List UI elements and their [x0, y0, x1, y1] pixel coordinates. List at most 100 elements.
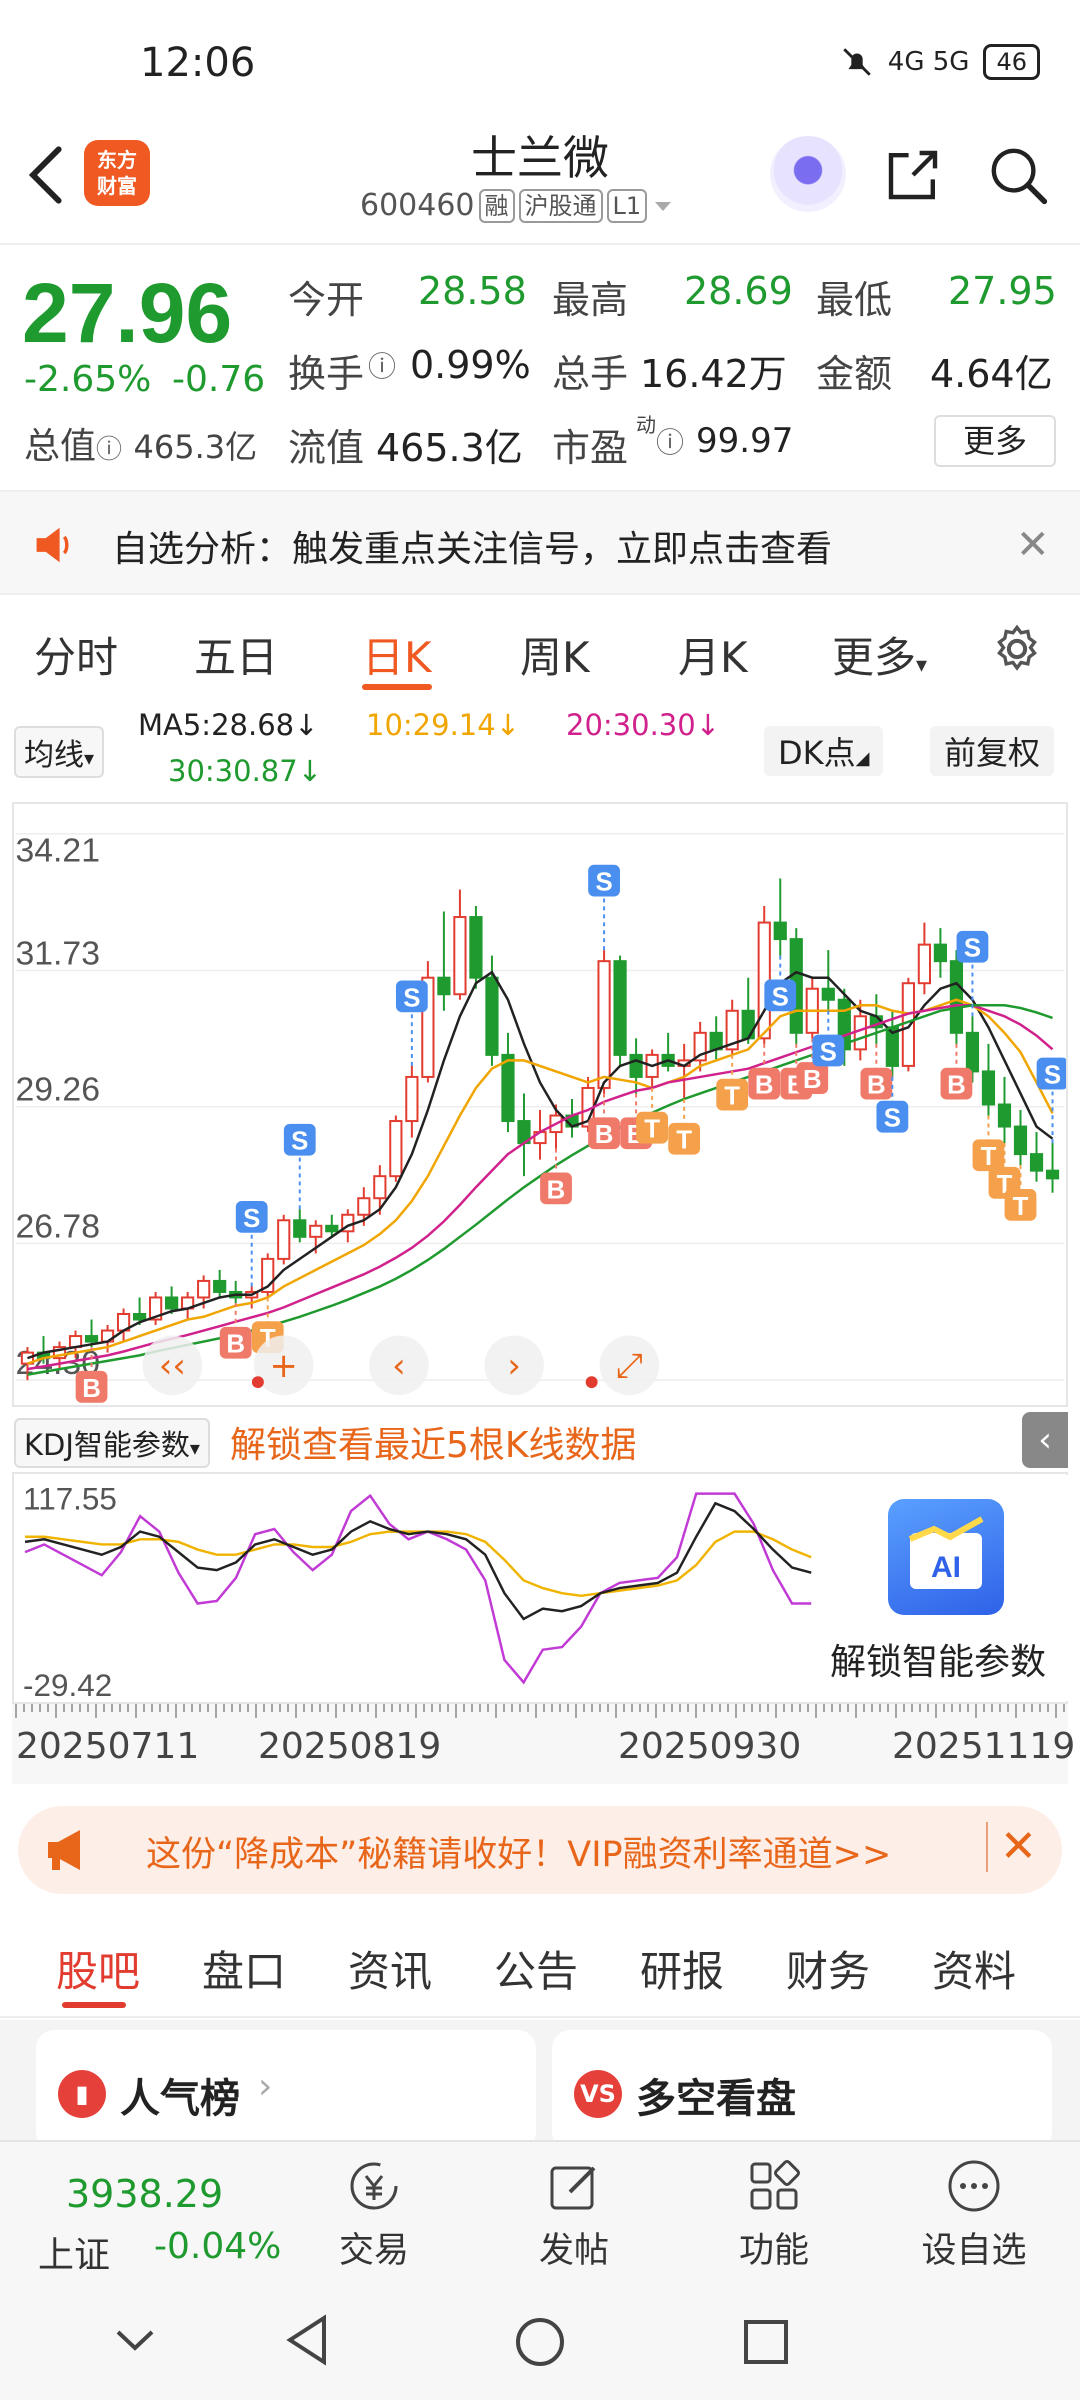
- tab-daily-k[interactable]: 日K: [362, 624, 432, 685]
- ai-unlock-label: 解锁智能参数: [830, 1642, 1047, 1683]
- ai-unlock-card[interactable]: AI 解锁智能参数: [822, 1475, 1068, 1701]
- candle-body: [741, 1009, 755, 1040]
- tab-financials[interactable]: 财务: [786, 1938, 870, 1999]
- tab-five-day[interactable]: 五日: [194, 624, 278, 685]
- signal-label: B: [755, 1072, 774, 1100]
- bottom-nav: 3938.29 上证 -0.04% 交易 发帖 功能 设自选: [0, 2140, 1080, 2280]
- tab-more[interactable]: 更多▾: [832, 624, 927, 685]
- tab-weekly-k[interactable]: 周K: [520, 624, 590, 685]
- candle-body: [1013, 1125, 1028, 1156]
- promo-banner[interactable]: 这份“降成本”秘籍请收好！VIP融资利率通道>> ✕: [18, 1806, 1062, 1894]
- back-icon[interactable]: [22, 140, 72, 210]
- alert-banner[interactable]: 自选分析：触发重点关注信号，立即点击查看 ✕: [0, 490, 1080, 595]
- tag-level: L1: [606, 188, 648, 223]
- tab-announcements[interactable]: 公告: [494, 1938, 578, 1999]
- megaphone-icon: [48, 1830, 80, 1870]
- bull-bear-card[interactable]: VS 多空看盘: [552, 2030, 1052, 2150]
- candle-body: [981, 1070, 996, 1106]
- dropdown-icon: ▾: [189, 1436, 200, 1460]
- status-icons: 4G 5G 46: [840, 44, 1040, 80]
- stock-code-row: 600460 融 沪股通 L1: [360, 188, 675, 223]
- candle-body: [469, 916, 483, 979]
- ma30-label: 30:30.87↓: [168, 754, 323, 788]
- back-triangle-icon[interactable]: [282, 2312, 332, 2368]
- candle-body: [405, 1075, 419, 1123]
- zoom-in-icon-glyph: +: [270, 1346, 298, 1385]
- chevron-left-icon-glyph: ‹: [392, 1346, 406, 1385]
- signal-label: S: [403, 984, 420, 1012]
- tab-news[interactable]: 资讯: [348, 1938, 432, 1999]
- close-icon[interactable]: ✕: [1016, 522, 1050, 568]
- kdj-k-line: [24, 1501, 812, 1621]
- nav-functions[interactable]: 功能: [704, 2156, 844, 2273]
- total-value: 总值ⓘ 465.3亿: [24, 426, 258, 467]
- chevron-right-icon: ›: [258, 2066, 273, 2107]
- high-value: 28.69: [684, 269, 793, 313]
- kdj-unlock-link[interactable]: 解锁查看最近5根K线数据: [230, 1416, 637, 1468]
- pe-label: 市盈: [552, 426, 629, 470]
- index-ticker[interactable]: 3938.29 上证 -0.04%: [0, 2142, 300, 2282]
- candle-body: [485, 976, 499, 1056]
- popularity-card[interactable]: ▮ 人气榜 ›: [36, 2030, 536, 2150]
- index-change: -0.04%: [154, 2226, 282, 2267]
- home-circle-icon[interactable]: [512, 2314, 568, 2370]
- signal-icon: 4G 5G: [887, 47, 970, 77]
- kdj-select[interactable]: KDJ智能参数▾: [14, 1418, 210, 1468]
- dk-point-button[interactable]: DK点◢: [764, 726, 884, 776]
- candle-body: [165, 1296, 179, 1310]
- info-icon[interactable]: ⓘ: [96, 435, 122, 465]
- chart-icon: ▮: [58, 2070, 106, 2118]
- signal-label: T: [724, 1083, 740, 1111]
- nav-trade[interactable]: 交易: [304, 2156, 444, 2273]
- tab-order-book[interactable]: 盘口: [202, 1938, 286, 1999]
- nav-add-watchlist[interactable]: 设自选: [904, 2156, 1044, 2273]
- candle-body: [965, 1031, 980, 1073]
- chevron-down-icon[interactable]: [110, 2320, 160, 2360]
- signal-label: S: [595, 869, 612, 897]
- recents-square-icon[interactable]: [740, 2316, 792, 2368]
- chevron-left-icon[interactable]: ‹: [1022, 1412, 1068, 1468]
- candle-body: [933, 943, 948, 963]
- kline-chart[interactable]: 34.2131.7329.2626.7824.30BB TSSSBSB BT TT BS…: [12, 802, 1068, 1407]
- share-icon[interactable]: [880, 142, 946, 208]
- volume-label: 总手: [552, 352, 629, 396]
- signal-label: B: [547, 1176, 566, 1204]
- last-price: 27.96: [22, 266, 233, 360]
- info-icon[interactable]: ⓘ: [368, 345, 396, 385]
- ai-icon: AI: [888, 1499, 1004, 1615]
- indicator-select[interactable]: 均线▾: [14, 726, 105, 778]
- candle-body: [389, 1120, 403, 1178]
- y-tick-label: 117.55: [23, 1481, 117, 1516]
- tab-forum[interactable]: 股吧: [56, 1938, 140, 1999]
- nav-post[interactable]: 发帖: [504, 2156, 644, 2273]
- gear-icon[interactable]: [990, 622, 1044, 676]
- tag-connect: 沪股通: [518, 188, 603, 223]
- more-button[interactable]: 更多: [934, 415, 1056, 467]
- promo-text: 这份“降成本”秘籍请收好！VIP融资利率通道>>: [146, 1835, 892, 1875]
- date-label: 20250930: [618, 1726, 802, 1767]
- search-icon[interactable]: [985, 142, 1051, 208]
- tab-profile[interactable]: 资料: [932, 1938, 1016, 1999]
- tab-monthly-k[interactable]: 月K: [678, 624, 748, 685]
- close-icon[interactable]: ✕: [986, 1822, 1037, 1872]
- status-time: 12:06: [140, 40, 256, 86]
- candle-body: [997, 1103, 1012, 1128]
- app-logo[interactable]: 东方 财富: [84, 140, 150, 206]
- adjust-button[interactable]: 前复权: [930, 726, 1055, 776]
- y-tick-label: 34.21: [15, 832, 100, 870]
- info-icon[interactable]: ⓘ: [656, 421, 684, 461]
- candle-body: [453, 916, 467, 996]
- kdj-toolbar: KDJ智能参数▾ 解锁查看最近5根K线数据 ‹: [12, 1410, 1068, 1470]
- candle-body: [773, 921, 787, 941]
- dropdown-icon[interactable]: [651, 194, 675, 218]
- tab-research[interactable]: 研报: [640, 1938, 724, 1999]
- volume-value: 16.42万: [640, 352, 787, 396]
- kdj-j-line: [24, 1492, 812, 1685]
- candle-body: [325, 1224, 339, 1233]
- candle-body: [437, 976, 451, 996]
- assistant-robot-icon[interactable]: [770, 136, 846, 212]
- candle-body: [84, 1335, 99, 1343]
- candle-body: [917, 943, 931, 985]
- low-value: 27.95: [948, 269, 1057, 313]
- tab-intraday[interactable]: 分时: [34, 624, 118, 685]
